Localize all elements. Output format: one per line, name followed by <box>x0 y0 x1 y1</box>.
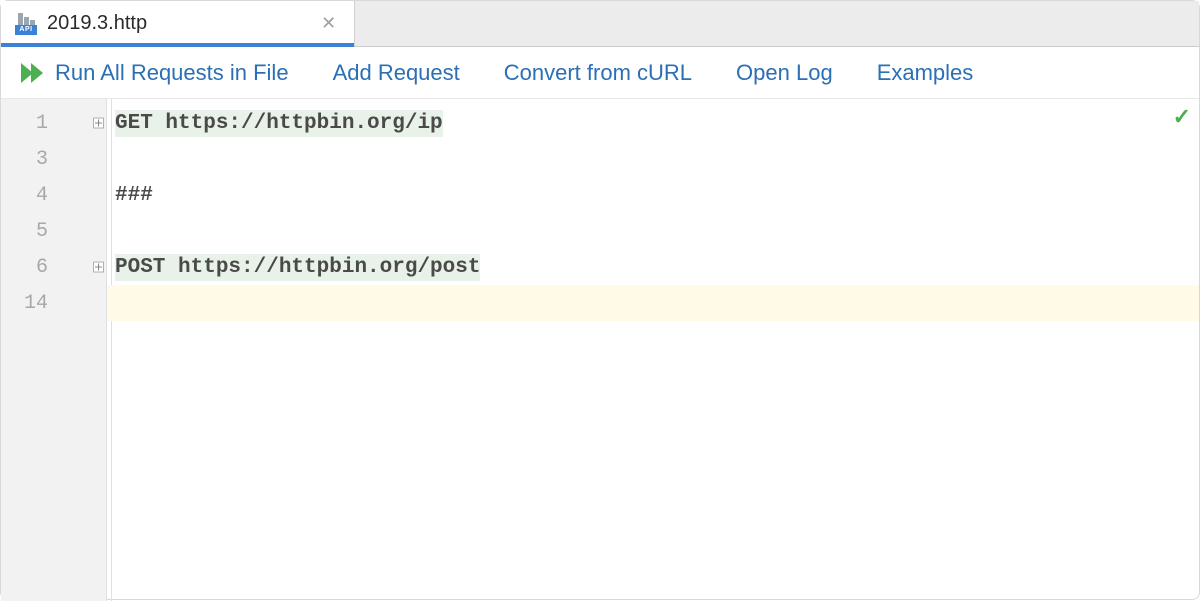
gutter-row: 1 <box>1 105 106 141</box>
code-line[interactable] <box>107 213 1199 249</box>
add-request-button[interactable]: Add Request <box>333 60 460 86</box>
tab-bar: API 2019.3.http ✕ <box>1 1 1199 47</box>
code-line[interactable]: ### <box>107 177 1199 213</box>
editor-area: 1 3 4 5 6 14 ✓ GET https://httpbin.org/ip ### P… <box>1 99 1199 601</box>
code-text: ### <box>115 184 153 207</box>
convert-curl-button[interactable]: Convert from cURL <box>504 60 692 86</box>
code-line[interactable] <box>107 285 1199 321</box>
code-line[interactable]: GET https://httpbin.org/ip <box>107 105 1199 141</box>
examples-button[interactable]: Examples <box>877 60 974 86</box>
fold-expand-icon[interactable] <box>93 118 104 129</box>
code-line[interactable]: POST https://httpbin.org/post <box>107 249 1199 285</box>
line-number: 5 <box>36 220 48 243</box>
code-text: POST https://httpbin.org/post <box>115 254 480 281</box>
line-number: 3 <box>36 148 48 171</box>
close-tab-icon[interactable]: ✕ <box>317 9 340 38</box>
gutter-row: 5 <box>1 213 106 249</box>
file-tab[interactable]: API 2019.3.http ✕ <box>1 1 355 46</box>
run-all-button[interactable]: Run All Requests in File <box>21 60 289 86</box>
code-area[interactable]: ✓ GET https://httpbin.org/ip ### POST http… <box>107 99 1199 601</box>
code-text: GET https://httpbin.org/ip <box>115 110 443 137</box>
gutter-row: 4 <box>1 177 106 213</box>
line-number: 6 <box>36 256 48 279</box>
line-number: 14 <box>24 292 48 315</box>
action-bar: Run All Requests in File Add Request Con… <box>1 47 1199 99</box>
gutter-row: 3 <box>1 141 106 177</box>
line-number: 4 <box>36 184 48 207</box>
gutter-row: 6 <box>1 249 106 285</box>
line-number: 1 <box>36 112 48 135</box>
gutter: 1 3 4 5 6 14 <box>1 99 107 601</box>
code-line[interactable] <box>107 141 1199 177</box>
http-file-icon: API <box>15 13 37 35</box>
run-all-icon <box>21 63 45 83</box>
gutter-row: 14 <box>1 285 106 321</box>
fold-expand-icon[interactable] <box>93 262 104 273</box>
tab-filename: 2019.3.http <box>47 12 147 35</box>
analysis-ok-icon[interactable]: ✓ <box>1173 105 1191 131</box>
open-log-button[interactable]: Open Log <box>736 60 833 86</box>
